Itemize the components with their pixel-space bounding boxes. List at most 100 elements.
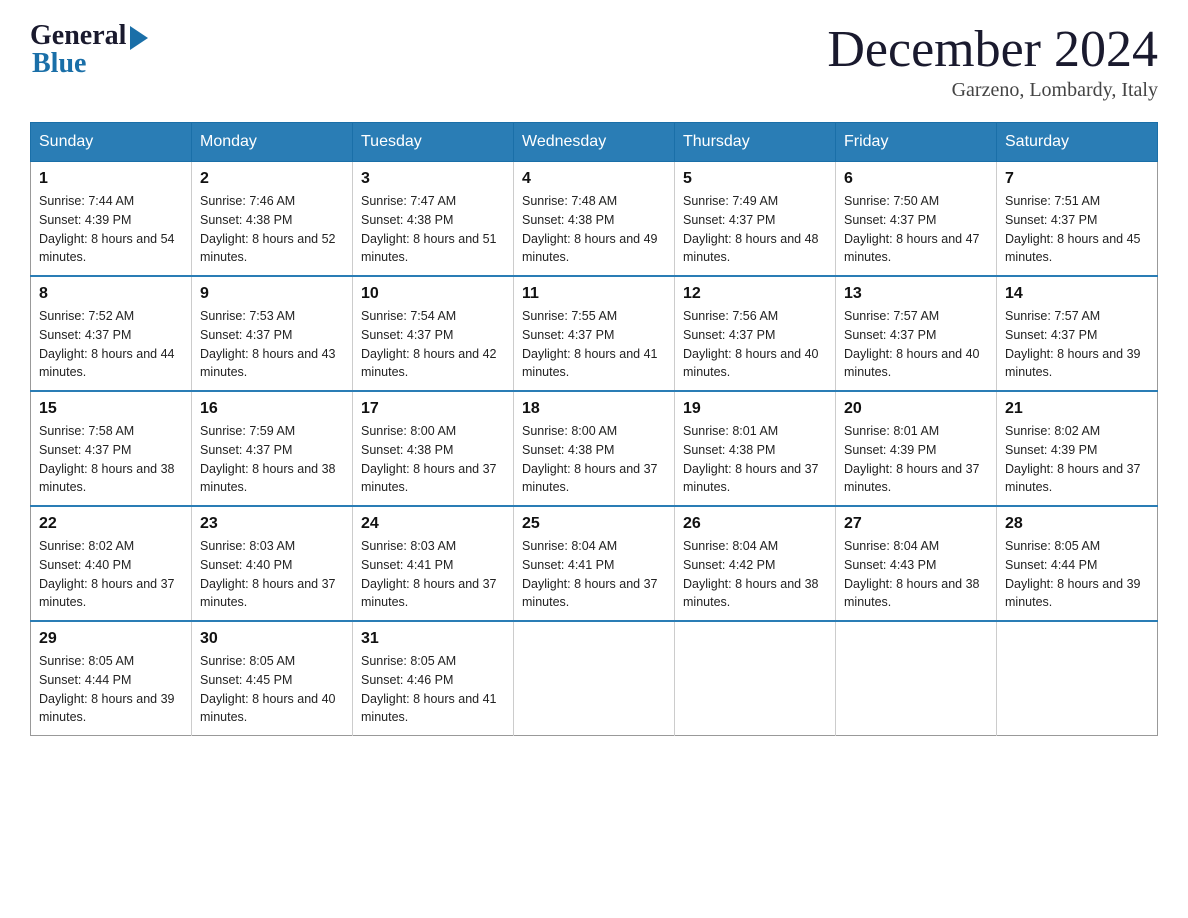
day-number: 15 <box>39 400 183 418</box>
day-number: 16 <box>200 400 344 418</box>
day-number: 23 <box>200 515 344 533</box>
calendar-cell <box>675 621 836 736</box>
day-number: 2 <box>200 170 344 188</box>
day-number: 13 <box>844 285 988 303</box>
calendar-cell: 9 Sunrise: 7:53 AMSunset: 4:37 PMDayligh… <box>192 276 353 391</box>
calendar-cell: 14 Sunrise: 7:57 AMSunset: 4:37 PMDaylig… <box>997 276 1158 391</box>
column-header-saturday: Saturday <box>997 123 1158 162</box>
day-info: Sunrise: 7:44 AMSunset: 4:39 PMDaylight:… <box>39 192 183 267</box>
day-number: 29 <box>39 630 183 648</box>
calendar-cell: 19 Sunrise: 8:01 AMSunset: 4:38 PMDaylig… <box>675 391 836 506</box>
day-info: Sunrise: 7:47 AMSunset: 4:38 PMDaylight:… <box>361 192 505 267</box>
calendar-header-row: SundayMondayTuesdayWednesdayThursdayFrid… <box>31 123 1158 162</box>
calendar-cell: 12 Sunrise: 7:56 AMSunset: 4:37 PMDaylig… <box>675 276 836 391</box>
day-info: Sunrise: 7:55 AMSunset: 4:37 PMDaylight:… <box>522 307 666 382</box>
day-number: 31 <box>361 630 505 648</box>
day-number: 22 <box>39 515 183 533</box>
title-section: December 2024 Garzeno, Lombardy, Italy <box>827 20 1158 102</box>
day-info: Sunrise: 7:46 AMSunset: 4:38 PMDaylight:… <box>200 192 344 267</box>
page-header: General Blue December 2024 Garzeno, Lomb… <box>30 20 1158 102</box>
calendar-week-row: 15 Sunrise: 7:58 AMSunset: 4:37 PMDaylig… <box>31 391 1158 506</box>
logo-arrow-icon <box>130 26 148 50</box>
calendar-cell: 4 Sunrise: 7:48 AMSunset: 4:38 PMDayligh… <box>514 162 675 277</box>
day-number: 26 <box>683 515 827 533</box>
calendar-cell: 28 Sunrise: 8:05 AMSunset: 4:44 PMDaylig… <box>997 506 1158 621</box>
day-number: 5 <box>683 170 827 188</box>
day-info: Sunrise: 7:56 AMSunset: 4:37 PMDaylight:… <box>683 307 827 382</box>
day-info: Sunrise: 7:49 AMSunset: 4:37 PMDaylight:… <box>683 192 827 267</box>
day-info: Sunrise: 8:05 AMSunset: 4:46 PMDaylight:… <box>361 652 505 727</box>
column-header-friday: Friday <box>836 123 997 162</box>
day-number: 4 <box>522 170 666 188</box>
day-info: Sunrise: 8:02 AMSunset: 4:40 PMDaylight:… <box>39 537 183 612</box>
calendar-cell <box>514 621 675 736</box>
column-header-thursday: Thursday <box>675 123 836 162</box>
day-number: 20 <box>844 400 988 418</box>
column-header-tuesday: Tuesday <box>353 123 514 162</box>
day-number: 6 <box>844 170 988 188</box>
day-number: 17 <box>361 400 505 418</box>
day-info: Sunrise: 8:05 AMSunset: 4:45 PMDaylight:… <box>200 652 344 727</box>
day-info: Sunrise: 8:00 AMSunset: 4:38 PMDaylight:… <box>522 422 666 497</box>
month-title: December 2024 <box>827 20 1158 79</box>
day-number: 25 <box>522 515 666 533</box>
calendar-cell: 27 Sunrise: 8:04 AMSunset: 4:43 PMDaylig… <box>836 506 997 621</box>
calendar-cell: 3 Sunrise: 7:47 AMSunset: 4:38 PMDayligh… <box>353 162 514 277</box>
day-number: 21 <box>1005 400 1149 418</box>
day-info: Sunrise: 8:04 AMSunset: 4:43 PMDaylight:… <box>844 537 988 612</box>
day-number: 9 <box>200 285 344 303</box>
calendar-week-row: 22 Sunrise: 8:02 AMSunset: 4:40 PMDaylig… <box>31 506 1158 621</box>
calendar-cell: 20 Sunrise: 8:01 AMSunset: 4:39 PMDaylig… <box>836 391 997 506</box>
day-number: 18 <box>522 400 666 418</box>
calendar-cell: 7 Sunrise: 7:51 AMSunset: 4:37 PMDayligh… <box>997 162 1158 277</box>
day-number: 14 <box>1005 285 1149 303</box>
day-info: Sunrise: 7:51 AMSunset: 4:37 PMDaylight:… <box>1005 192 1149 267</box>
day-number: 30 <box>200 630 344 648</box>
day-number: 8 <box>39 285 183 303</box>
calendar-cell: 2 Sunrise: 7:46 AMSunset: 4:38 PMDayligh… <box>192 162 353 277</box>
day-info: Sunrise: 8:02 AMSunset: 4:39 PMDaylight:… <box>1005 422 1149 497</box>
calendar-cell: 25 Sunrise: 8:04 AMSunset: 4:41 PMDaylig… <box>514 506 675 621</box>
calendar-cell: 17 Sunrise: 8:00 AMSunset: 4:38 PMDaylig… <box>353 391 514 506</box>
day-info: Sunrise: 7:50 AMSunset: 4:37 PMDaylight:… <box>844 192 988 267</box>
calendar-cell: 10 Sunrise: 7:54 AMSunset: 4:37 PMDaylig… <box>353 276 514 391</box>
day-info: Sunrise: 7:57 AMSunset: 4:37 PMDaylight:… <box>1005 307 1149 382</box>
calendar-cell: 13 Sunrise: 7:57 AMSunset: 4:37 PMDaylig… <box>836 276 997 391</box>
day-info: Sunrise: 8:03 AMSunset: 4:41 PMDaylight:… <box>361 537 505 612</box>
calendar-cell: 6 Sunrise: 7:50 AMSunset: 4:37 PMDayligh… <box>836 162 997 277</box>
calendar-cell: 11 Sunrise: 7:55 AMSunset: 4:37 PMDaylig… <box>514 276 675 391</box>
day-info: Sunrise: 7:53 AMSunset: 4:37 PMDaylight:… <box>200 307 344 382</box>
calendar-cell: 18 Sunrise: 8:00 AMSunset: 4:38 PMDaylig… <box>514 391 675 506</box>
calendar-cell: 21 Sunrise: 8:02 AMSunset: 4:39 PMDaylig… <box>997 391 1158 506</box>
day-info: Sunrise: 7:48 AMSunset: 4:38 PMDaylight:… <box>522 192 666 267</box>
calendar-cell: 8 Sunrise: 7:52 AMSunset: 4:37 PMDayligh… <box>31 276 192 391</box>
day-number: 1 <box>39 170 183 188</box>
location-label: Garzeno, Lombardy, Italy <box>827 79 1158 102</box>
calendar-cell: 16 Sunrise: 7:59 AMSunset: 4:37 PMDaylig… <box>192 391 353 506</box>
day-info: Sunrise: 8:04 AMSunset: 4:41 PMDaylight:… <box>522 537 666 612</box>
day-info: Sunrise: 8:01 AMSunset: 4:39 PMDaylight:… <box>844 422 988 497</box>
day-info: Sunrise: 8:05 AMSunset: 4:44 PMDaylight:… <box>1005 537 1149 612</box>
day-info: Sunrise: 7:59 AMSunset: 4:37 PMDaylight:… <box>200 422 344 497</box>
day-number: 3 <box>361 170 505 188</box>
calendar-cell: 26 Sunrise: 8:04 AMSunset: 4:42 PMDaylig… <box>675 506 836 621</box>
calendar-week-row: 1 Sunrise: 7:44 AMSunset: 4:39 PMDayligh… <box>31 162 1158 277</box>
day-info: Sunrise: 7:54 AMSunset: 4:37 PMDaylight:… <box>361 307 505 382</box>
logo: General Blue <box>30 20 148 80</box>
calendar-cell: 15 Sunrise: 7:58 AMSunset: 4:37 PMDaylig… <box>31 391 192 506</box>
calendar-cell: 23 Sunrise: 8:03 AMSunset: 4:40 PMDaylig… <box>192 506 353 621</box>
day-info: Sunrise: 7:52 AMSunset: 4:37 PMDaylight:… <box>39 307 183 382</box>
day-number: 10 <box>361 285 505 303</box>
day-number: 12 <box>683 285 827 303</box>
day-number: 11 <box>522 285 666 303</box>
day-info: Sunrise: 8:03 AMSunset: 4:40 PMDaylight:… <box>200 537 344 612</box>
day-number: 19 <box>683 400 827 418</box>
day-info: Sunrise: 8:04 AMSunset: 4:42 PMDaylight:… <box>683 537 827 612</box>
column-header-monday: Monday <box>192 123 353 162</box>
calendar-cell <box>997 621 1158 736</box>
calendar-week-row: 8 Sunrise: 7:52 AMSunset: 4:37 PMDayligh… <box>31 276 1158 391</box>
calendar-cell: 1 Sunrise: 7:44 AMSunset: 4:39 PMDayligh… <box>31 162 192 277</box>
day-info: Sunrise: 8:00 AMSunset: 4:38 PMDaylight:… <box>361 422 505 497</box>
calendar-table: SundayMondayTuesdayWednesdayThursdayFrid… <box>30 122 1158 736</box>
calendar-cell: 30 Sunrise: 8:05 AMSunset: 4:45 PMDaylig… <box>192 621 353 736</box>
